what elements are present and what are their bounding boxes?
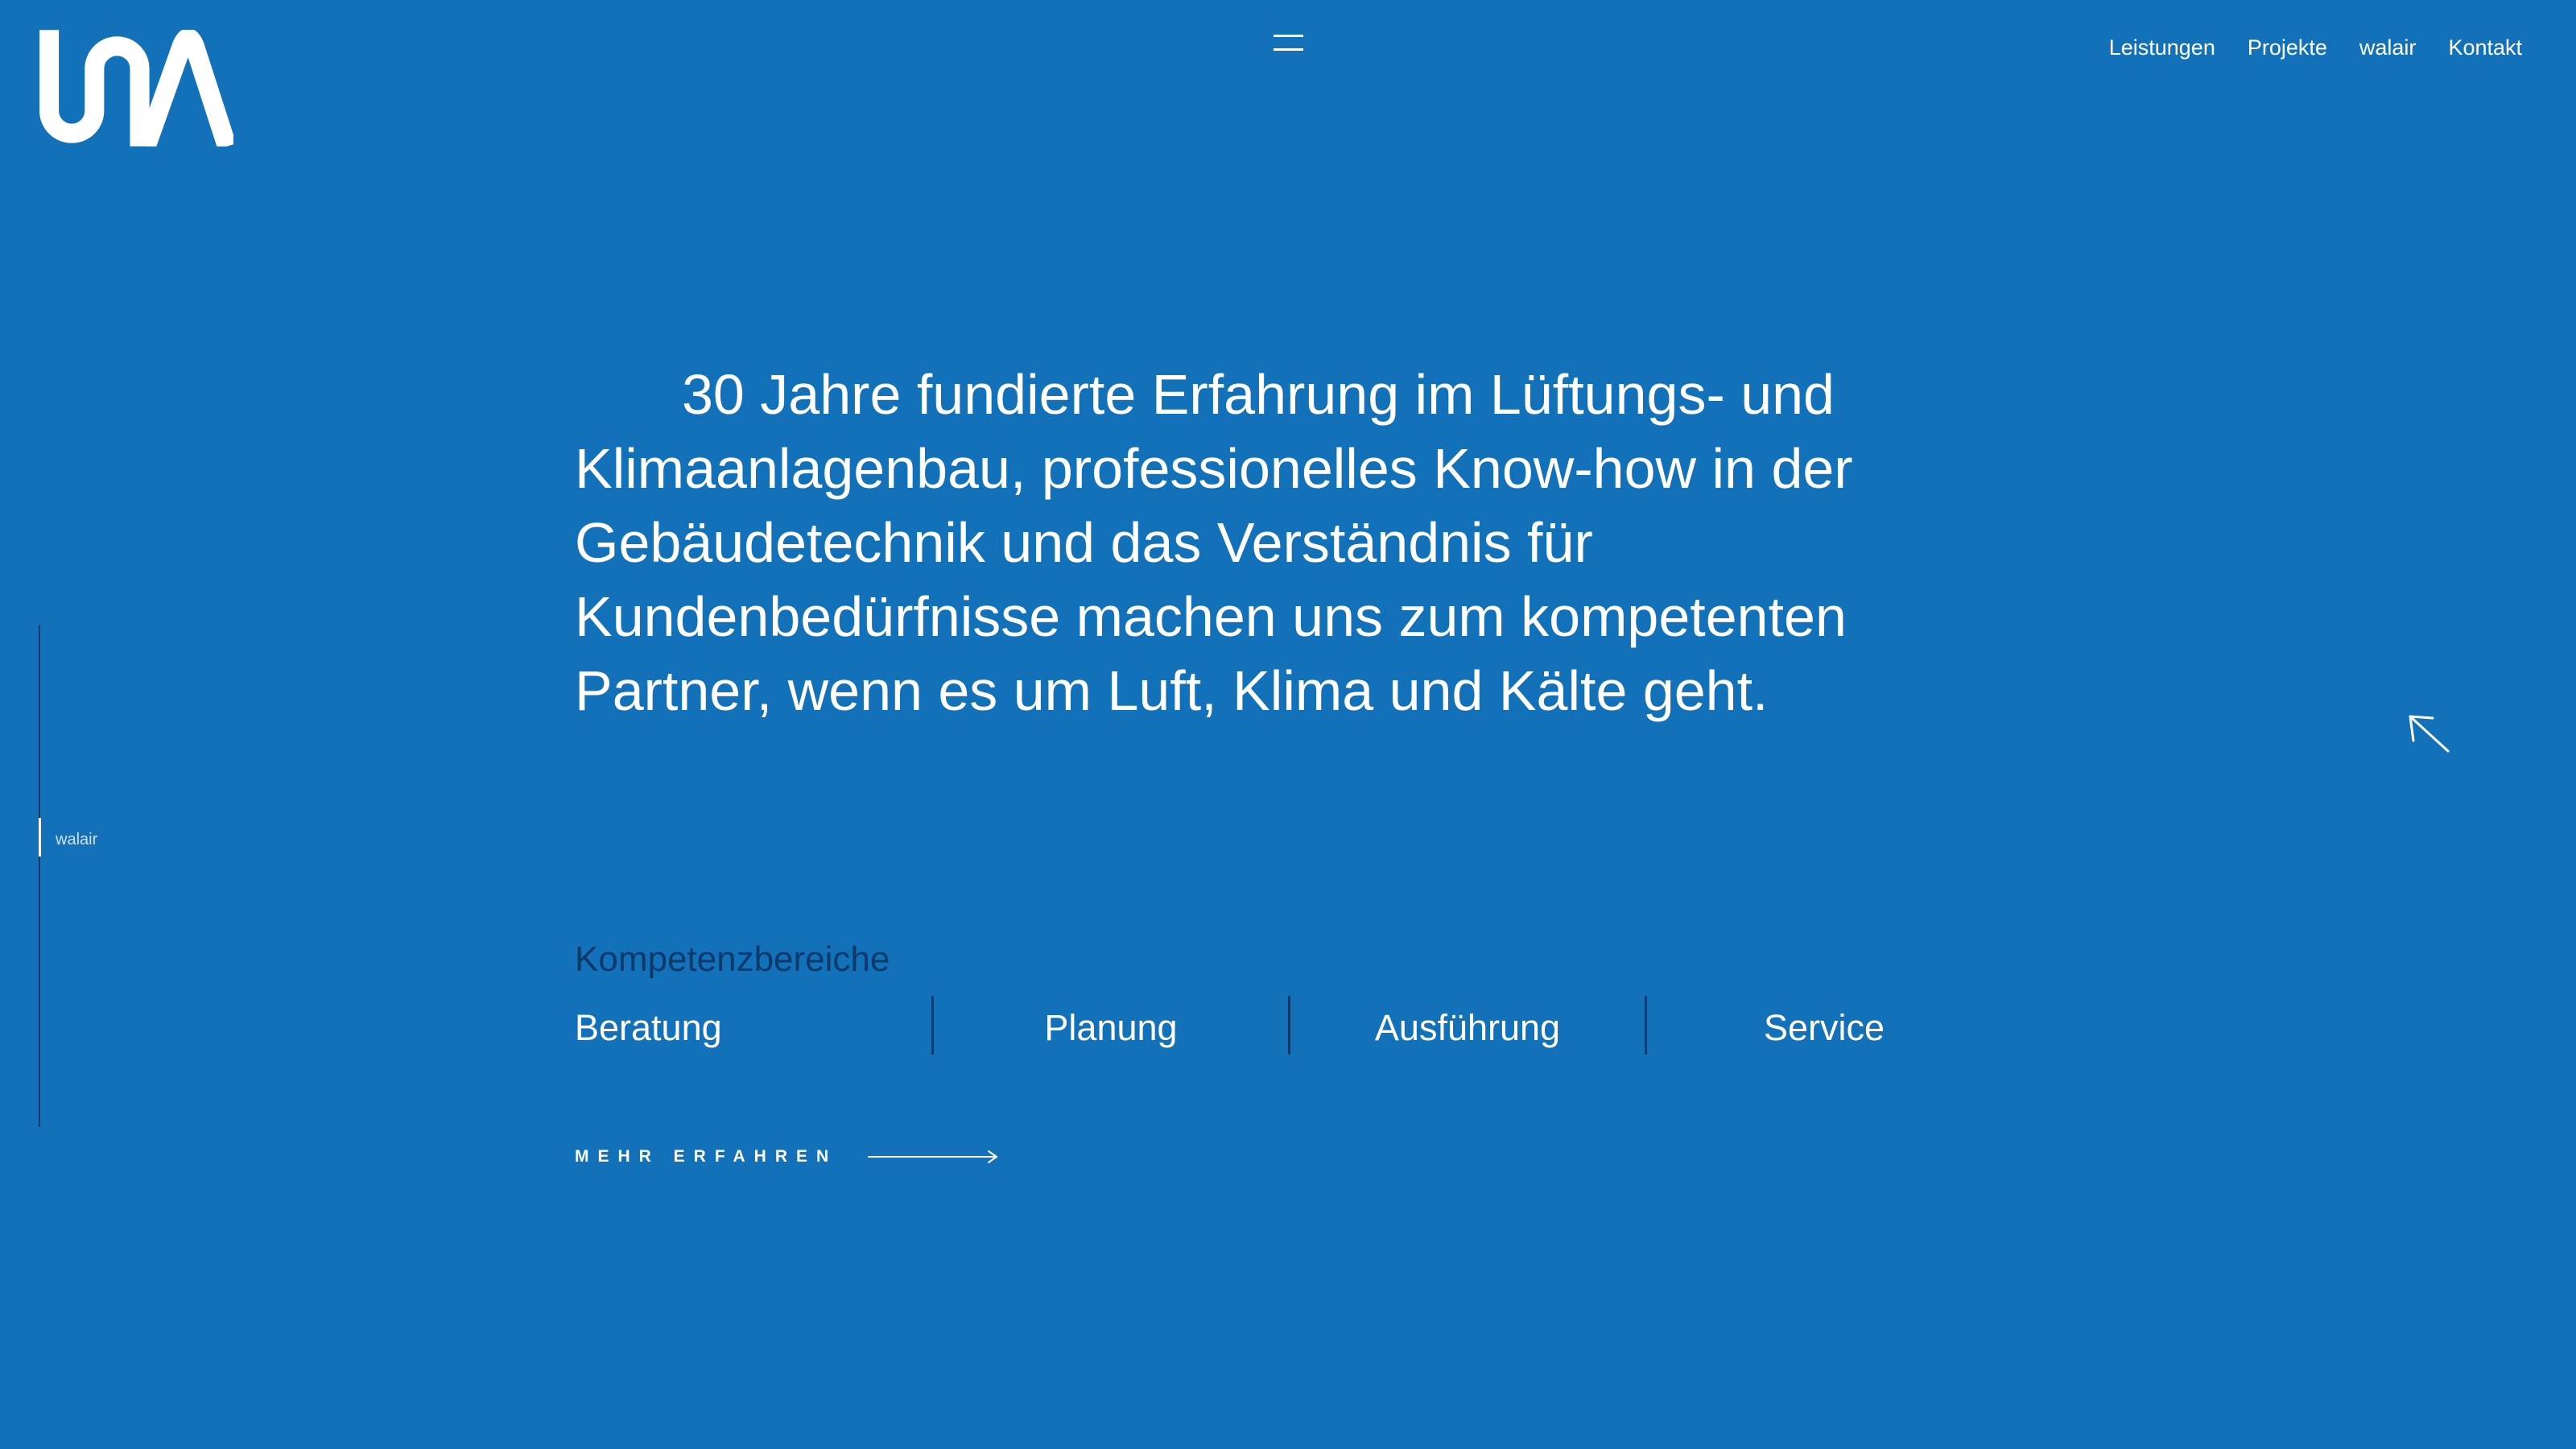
hero-line: 30 Jahre fundierte Erfahrung im Lüftungs… [682, 363, 1835, 426]
more-info-link[interactable]: MEHR ERFAHREN [575, 1146, 1000, 1167]
cursor-arrow-icon [2409, 715, 2450, 753]
competence-planung[interactable]: Planung [931, 996, 1288, 1055]
more-info-label: MEHR ERFAHREN [575, 1147, 838, 1166]
menu-line-bottom [1274, 48, 1303, 51]
hero-text: 30 Jahre fundierte Erfahrung im Lüftungs… [575, 357, 1853, 728]
hero-line: Gebäudetechnik und das Verständnis für [575, 511, 1593, 574]
walair-logo-icon [39, 30, 233, 147]
main-nav: Leistungen Projekte walair Kontakt [2109, 35, 2522, 60]
competences-list: Beratung Planung Ausführung Service [575, 996, 2001, 1055]
hamburger-menu-icon[interactable] [1274, 35, 1303, 52]
section-indicator-active [39, 818, 41, 857]
nav-item-projekte[interactable]: Projekte [2248, 35, 2327, 60]
nav-item-kontakt[interactable]: Kontakt [2448, 35, 2522, 60]
menu-line-top [1274, 35, 1303, 37]
nav-item-leistungen[interactable]: Leistungen [2109, 35, 2215, 60]
nav-item-walair[interactable]: walair [2359, 35, 2417, 60]
competences-title: Kompetenzbereiche [575, 939, 890, 979]
hero-line: Klimaanlagenbau, professionelles Know-ho… [575, 437, 1853, 500]
section-indicator-label[interactable]: walair [56, 830, 97, 849]
competence-service[interactable]: Service [1645, 996, 2001, 1055]
arrow-right-icon [868, 1150, 998, 1163]
competence-ausfuehrung[interactable]: Ausführung [1288, 996, 1645, 1055]
competence-beratung[interactable]: Beratung [575, 996, 931, 1055]
section-indicator-track [39, 625, 40, 1127]
hero-line: Partner, wenn es um Luft, Klima und Kält… [575, 659, 1769, 722]
logo-link[interactable] [39, 30, 233, 147]
hero-line: Kundenbedürfnisse machen uns zum kompete… [575, 585, 1847, 648]
